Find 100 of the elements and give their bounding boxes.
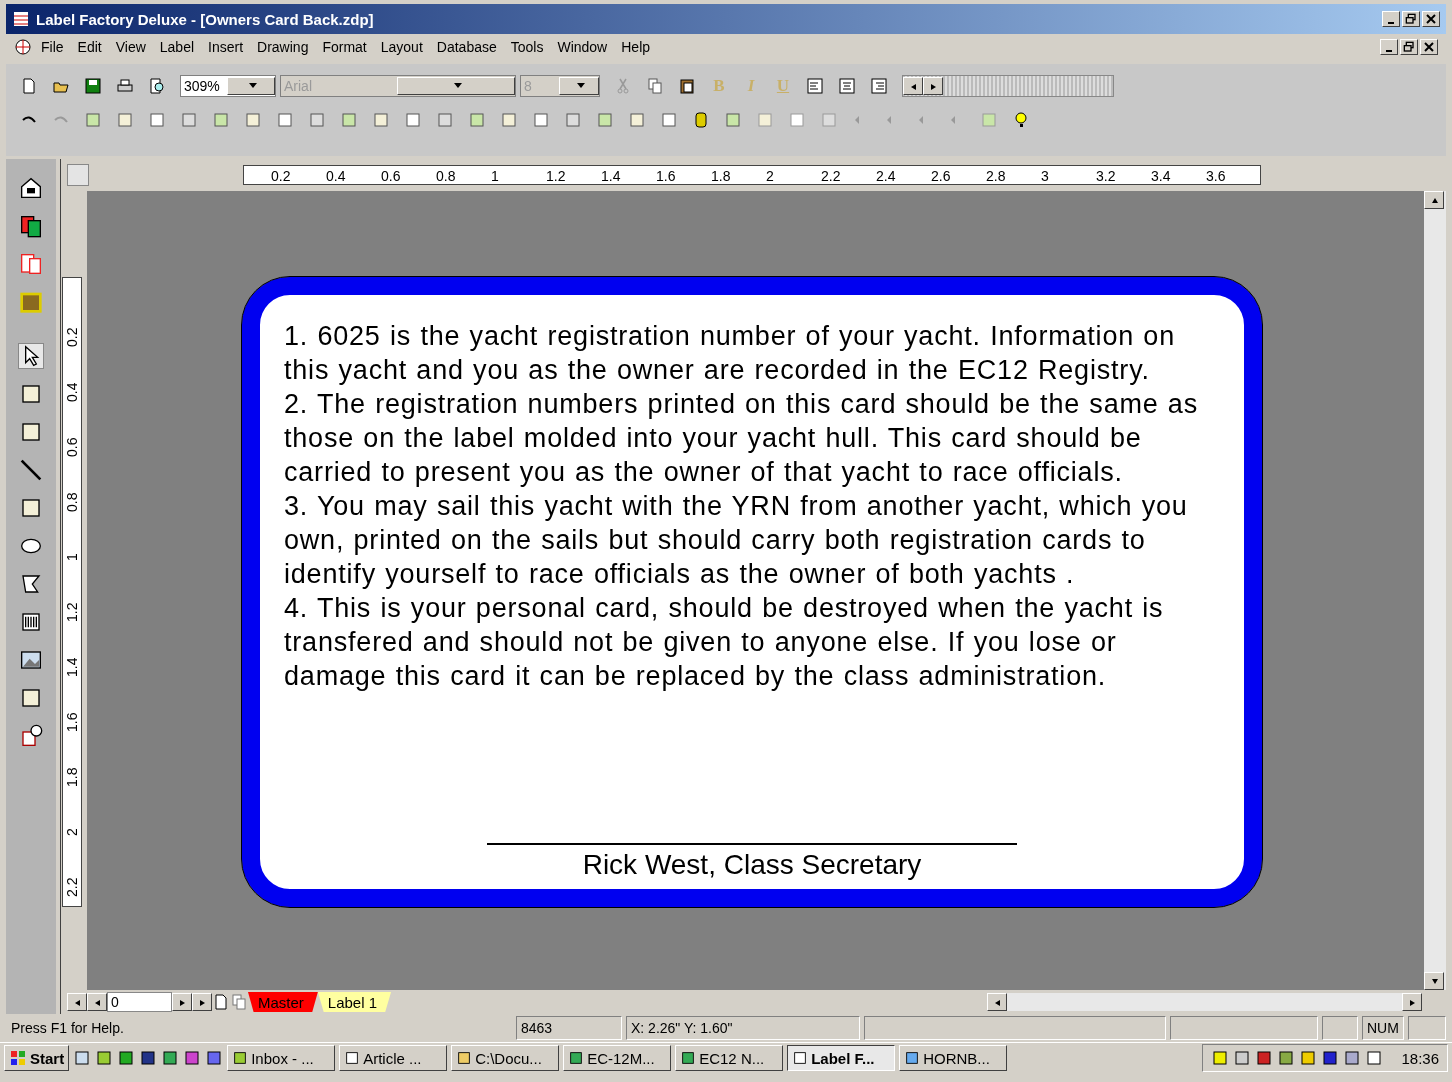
card-paragraph: 2. The registration numbers printed on this card should be the same as those on the label molded into your yacht hull. This card should be carried to present you as the owner of that yacht to race officials. xyxy=(284,388,1199,489)
minimize-button[interactable] xyxy=(1382,11,1400,27)
menu-item[interactable]: File xyxy=(36,37,69,57)
card-paragraph: 1. 6025 is the yacht registration number of your yacht. Information on this yacht and you as the owner are recorded in the EC12 Registry. xyxy=(284,320,1176,387)
restore-button[interactable] xyxy=(1402,11,1420,27)
ruler-label: 2.6 xyxy=(931,167,952,184)
align-center-icon[interactable] xyxy=(838,77,856,95)
zoom-combo[interactable]: 309% xyxy=(180,75,276,97)
scroll-track[interactable] xyxy=(902,75,1114,97)
line-tool-icon[interactable] xyxy=(19,458,43,482)
right-triangle-icon xyxy=(929,82,937,90)
up-triangle-icon xyxy=(1430,196,1438,204)
card-paragraph: 3. You may sail this yacht with the YRN from another yacht, which you own, printed on the sails but should carry both registration cards to identify yourself to race officials as the owner of both yachts . xyxy=(284,490,1189,591)
new-document-icon[interactable] xyxy=(20,77,38,95)
ruler-label: 1.2 xyxy=(63,601,81,625)
status-help: Press F1 for Help. xyxy=(10,1019,125,1038)
menu-item[interactable]: Tools xyxy=(505,37,549,57)
labels-sheet-icon[interactable] xyxy=(19,252,43,276)
status-position: X: 2.26" Y: 1.60" xyxy=(626,1016,860,1040)
minimize-button[interactable] xyxy=(1380,39,1398,55)
right-triangle-icon xyxy=(1408,998,1416,1006)
sheet-tab[interactable]: Label 1 xyxy=(317,992,392,1012)
scroll-left-button[interactable] xyxy=(987,993,1007,1011)
select-all-corner[interactable] xyxy=(67,164,89,186)
down-triangle-icon xyxy=(1430,977,1438,985)
taskbar-button[interactable]: EC12 N... xyxy=(675,1045,784,1071)
next-page-button[interactable] xyxy=(172,993,192,1011)
scroll-right-button[interactable] xyxy=(1402,993,1422,1011)
taskbar-button[interactable]: Inbox - ... xyxy=(227,1045,336,1071)
start-button[interactable]: Start xyxy=(4,1045,70,1071)
taskbar-button[interactable]: HORNB... xyxy=(899,1045,1008,1071)
ruler-label: 2 xyxy=(63,827,81,839)
polygon-tool-icon[interactable] xyxy=(19,572,43,596)
close-icon xyxy=(1423,41,1435,53)
align-right-icon[interactable] xyxy=(870,77,888,95)
close-button[interactable] xyxy=(1420,39,1438,55)
taskbar-button[interactable]: Article ... xyxy=(339,1045,448,1071)
date-time-tool-icon[interactable] xyxy=(19,724,43,748)
window-app-icon xyxy=(904,1050,921,1066)
ruler-label: 2 xyxy=(766,167,775,184)
ruler-label: 3.6 xyxy=(1206,167,1227,184)
horizontal-scrollbar[interactable] xyxy=(987,993,1422,1011)
menu-item[interactable]: Help xyxy=(616,37,656,57)
taskbar-button[interactable]: C:\Docu... xyxy=(451,1045,560,1071)
menu-item[interactable]: Database xyxy=(431,37,502,57)
status-pane xyxy=(1322,1016,1358,1040)
window-app-icon xyxy=(680,1050,697,1066)
previous-page-button[interactable] xyxy=(87,993,107,1011)
ruler-label: 1.4 xyxy=(63,656,81,680)
close-button[interactable] xyxy=(1422,11,1440,27)
menu-item[interactable]: Edit xyxy=(72,37,107,57)
scroll-down-button[interactable] xyxy=(1424,972,1444,990)
help-icon[interactable] xyxy=(1012,111,1030,129)
scroll-left-button[interactable] xyxy=(903,77,923,95)
copy-icon[interactable] xyxy=(646,77,664,95)
duplicate-page-icon[interactable] xyxy=(230,993,248,1011)
menu-item[interactable]: Format xyxy=(317,37,372,57)
scroll-right-button[interactable] xyxy=(923,77,943,95)
windows-flag-icon xyxy=(9,1049,27,1067)
pages-icon[interactable] xyxy=(19,214,43,238)
scroll-up-button[interactable] xyxy=(1424,191,1444,209)
barcode-tool-icon[interactable] xyxy=(19,610,43,634)
clipboard-icon[interactable] xyxy=(678,77,696,95)
ruler-label: 3.2 xyxy=(1096,167,1117,184)
menu-item[interactable]: View xyxy=(110,37,151,57)
app-logo-icon xyxy=(12,10,30,28)
ruler-label: 0.2 xyxy=(63,326,81,350)
new-page-icon[interactable] xyxy=(212,993,230,1011)
menu-item[interactable]: Drawing xyxy=(252,37,314,57)
menu-item[interactable]: Window xyxy=(552,37,613,57)
restore-button[interactable] xyxy=(1400,39,1418,55)
last-page-button[interactable] xyxy=(192,993,212,1011)
image-tool-icon[interactable] xyxy=(19,648,43,672)
status-count: 8463 xyxy=(516,1016,622,1040)
menu-item[interactable]: Label xyxy=(154,37,200,57)
first-page-button[interactable] xyxy=(67,993,87,1011)
ruler-label: 1.8 xyxy=(63,766,81,790)
close-icon xyxy=(1425,13,1437,25)
document-globe-icon[interactable] xyxy=(14,38,32,56)
home-icon[interactable] xyxy=(19,176,43,200)
database-icon[interactable] xyxy=(692,111,710,129)
vertical-scrollbar[interactable] xyxy=(1424,191,1446,990)
taskbar-button[interactable]: EC-12M... xyxy=(563,1045,672,1071)
ruler-label: 0.4 xyxy=(63,381,81,405)
left-triangle-icon xyxy=(909,82,917,90)
save-icon[interactable] xyxy=(84,77,102,95)
ruler-label: 0.6 xyxy=(381,167,402,184)
align-left-icon[interactable] xyxy=(806,77,824,95)
restore-icon xyxy=(1403,41,1415,53)
taskbar-button[interactable]: Label F... xyxy=(787,1045,896,1071)
print-preview-icon[interactable] xyxy=(148,77,166,95)
status-pane xyxy=(1408,1016,1446,1040)
card-paragraph: 4. This is your personal card, should be destroyed when the yacht is transfered and should not be given to anyone else. If you lose or damage this card it can be replaced by the class administration. xyxy=(284,592,1165,693)
sheet-tab[interactable]: Master xyxy=(248,992,318,1012)
page-field[interactable]: 0 xyxy=(107,992,172,1012)
printer-icon[interactable] xyxy=(116,77,134,95)
ruler-label: 0.8 xyxy=(63,491,81,515)
picture-frame-icon[interactable] xyxy=(19,290,43,314)
menu-item[interactable]: Layout xyxy=(375,37,428,57)
menu-item[interactable]: Insert xyxy=(203,37,249,57)
